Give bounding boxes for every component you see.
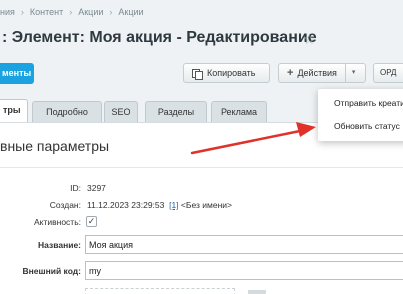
copy-button[interactable]: Копировать xyxy=(183,63,270,83)
star-icon[interactable]: ☆ xyxy=(303,31,316,48)
menu-item-update-status[interactable]: Обновить статус xyxy=(334,121,400,131)
upload-dropzone[interactable] xyxy=(85,288,235,294)
section-title: вные параметры xyxy=(0,138,403,168)
page-title: : Элемент: Моя акция - Редактирование xyxy=(2,29,317,46)
created-label: Создан: xyxy=(49,200,81,210)
breadcrumb-separator: › xyxy=(20,7,24,17)
ord-button[interactable]: ОРД xyxy=(373,63,403,83)
created-date: 11.12.2023 23:29:53 xyxy=(87,200,165,210)
breadcrumb-separator: › xyxy=(69,7,73,17)
external-code-label: Внешний код: xyxy=(22,266,81,276)
active-checkbox[interactable]: ✓ xyxy=(86,216,97,227)
actions-dropdown-menu: Отправить креатив Обновить статус xyxy=(318,89,403,141)
actions-button[interactable]: + Действия ▾ xyxy=(278,63,366,83)
created-user-name: <Без имени> xyxy=(180,200,232,210)
chevron-down-icon[interactable]: ▾ xyxy=(352,64,356,82)
breadcrumb: ния › Контент › Акции › Акции xyxy=(0,7,144,17)
name-label: Название: xyxy=(38,240,81,250)
actions-button-label: Действия xyxy=(297,68,337,78)
breadcrumb-item[interactable]: Акции xyxy=(78,7,103,17)
breadcrumb-item[interactable]: Контент xyxy=(30,7,63,17)
id-label: ID: xyxy=(70,183,81,193)
active-label: Активность: xyxy=(34,217,81,227)
copy-icon xyxy=(192,68,203,80)
tab-seo[interactable]: SEO xyxy=(104,101,138,122)
primary-button[interactable]: менты xyxy=(0,63,34,84)
copy-button-label: Копировать xyxy=(207,68,256,78)
form-panel: вные параметры ID: 3297 Создан: 11.12.20… xyxy=(0,122,403,294)
created-user-link[interactable]: [1] xyxy=(169,200,178,210)
gray-control xyxy=(248,290,266,294)
breadcrumb-item[interactable]: Акции xyxy=(118,7,143,17)
tab-ads[interactable]: Реклама xyxy=(211,101,267,122)
breadcrumb-separator: › xyxy=(109,7,113,17)
menu-item-send-creative[interactable]: Отправить креатив xyxy=(334,98,403,108)
tab-parameters[interactable]: тры xyxy=(0,99,28,123)
external-code-input[interactable] xyxy=(85,261,403,280)
breadcrumb-item[interactable]: ния xyxy=(0,7,15,17)
name-input[interactable] xyxy=(85,235,403,254)
plus-icon: + xyxy=(287,67,294,79)
tab-sections[interactable]: Разделы xyxy=(145,101,207,122)
split-divider xyxy=(344,64,346,82)
created-value: 11.12.2023 23:29:53 [1] <Без имени> xyxy=(87,200,232,210)
tab-details[interactable]: Подробно xyxy=(32,101,102,122)
id-value: 3297 xyxy=(87,183,106,193)
